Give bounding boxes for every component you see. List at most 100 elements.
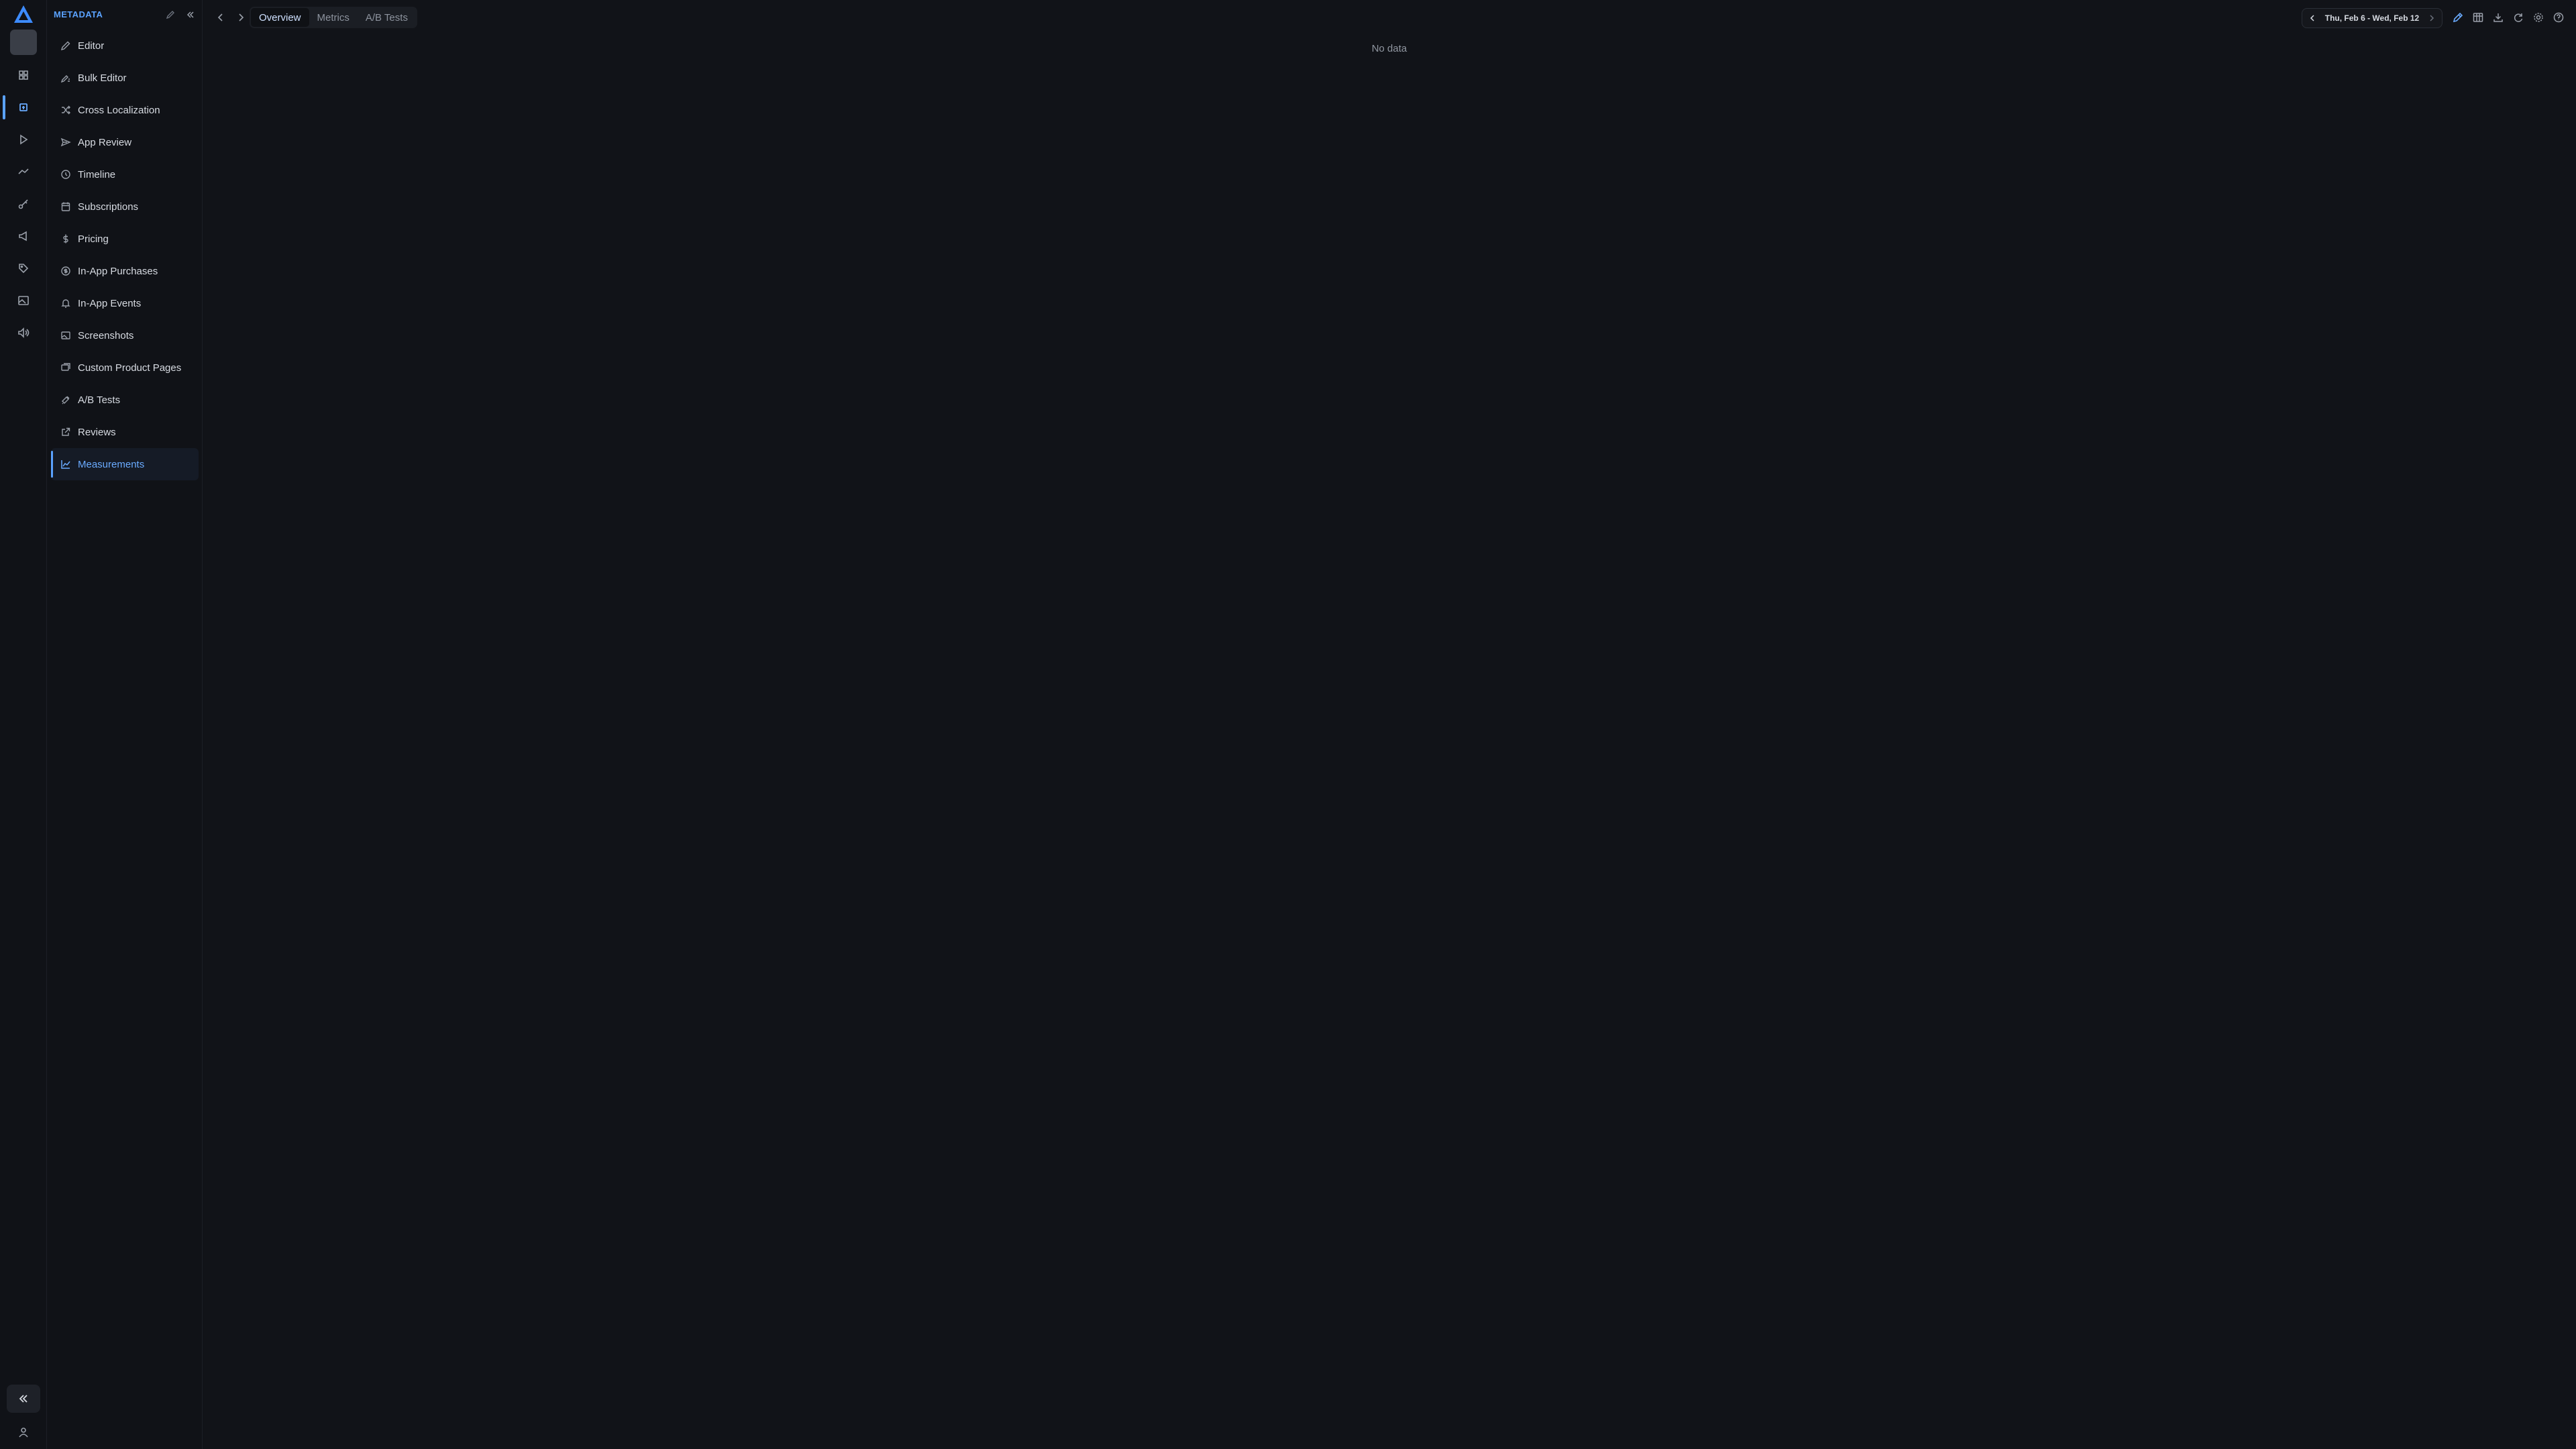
sidebar-item-label: Custom Product Pages [78,362,182,374]
sidebar-item-in-app-purchases[interactable]: In-App Purchases [51,255,199,287]
chevron-right-icon [239,13,244,21]
gear-icon [2534,13,2543,22]
grid-icon [19,70,28,80]
help-icon [2553,12,2564,23]
history-nav [213,8,248,27]
sidebar-item-timeline[interactable]: Timeline [51,158,199,191]
sidebar-item-label: Screenshots [78,329,134,341]
sidebar-nav: Editor Bulk Editor Cross Localization Ap… [51,30,199,480]
rail-image-button[interactable] [7,287,40,314]
edit-section-button[interactable] [164,8,177,21]
rail-volume-button[interactable] [7,319,40,346]
view-tabs: Overview Metrics A/B Tests [250,7,417,28]
top-bar: Overview Metrics A/B Tests Thu, Feb 6 - … [203,0,2576,35]
sidebar-item-label: Bulk Editor [78,72,127,84]
help-button[interactable] [2552,9,2565,25]
chevron-left-icon [2310,15,2314,21]
sidebar-item-label: Editor [78,40,105,52]
sidebar-item-ab-tests[interactable]: A/B Tests [51,384,199,416]
rail-tag-button[interactable] [7,255,40,282]
rail-grid-button[interactable] [7,62,40,89]
rail-play-button[interactable] [7,126,40,153]
double-chevron-left-icon [186,11,194,18]
sidebar-item-label: Subscriptions [78,201,139,213]
sidebar-item-label: Pricing [78,233,109,245]
play-icon [20,134,28,145]
pencil-icon [166,11,174,19]
refresh-button[interactable] [2512,9,2525,25]
collapse-rail-button[interactable] [7,1385,40,1413]
refresh-icon [2514,13,2523,22]
forward-button[interactable] [233,8,248,27]
volume-icon [18,327,30,338]
empty-state-message: No data [1371,43,1407,54]
key-icon [18,199,28,209]
table-icon [2473,13,2483,22]
clock-icon [61,170,70,179]
sidebar-item-label: Timeline [78,168,116,180]
download-button[interactable] [2491,9,2505,25]
sidebar-item-label: In-App Events [78,297,142,309]
send-icon [60,138,71,147]
date-range-label: Thu, Feb 6 - Wed, Feb 12 [2324,13,2420,23]
annotate-button[interactable] [2451,9,2465,25]
sidebar-item-screenshots[interactable]: Screenshots [51,319,199,352]
previous-period-button[interactable] [2308,13,2317,23]
rail-app-store-button[interactable] [3,94,40,121]
collapse-sidebar-button[interactable] [184,8,197,21]
sidebar-item-bulk-editor[interactable]: Bulk Editor [51,62,199,94]
dollar-icon [63,234,68,244]
user-profile-button[interactable] [7,1419,40,1445]
image-icon [61,331,70,339]
next-period-button[interactable] [2427,13,2436,23]
sidebar-item-editor[interactable]: Editor [51,30,199,62]
sidebar-item-cross-localization[interactable]: Cross Localization [51,94,199,126]
sidebar-item-label: Reviews [78,426,116,438]
chevron-left-icon [217,13,223,21]
external-link-icon [62,427,70,436]
sidebar-item-label: A/B Tests [78,394,121,406]
chevron-right-icon [2430,15,2434,21]
back-button[interactable] [213,8,228,27]
download-icon [2493,13,2503,22]
pencil-lines-icon [60,75,70,83]
shuffle-icon [62,105,70,115]
sidebar-item-subscriptions[interactable]: Subscriptions [51,191,199,223]
main-content: No data [203,35,2576,1449]
trend-line-icon [18,168,29,174]
flask-icon [62,396,70,405]
sidebar-item-label: App Review [78,136,132,148]
sidebar-item-app-review[interactable]: App Review [51,126,199,158]
app-avatar[interactable] [10,30,37,55]
sidebar-item-label: Cross Localization [78,104,160,116]
app-window: METADATA Editor Bulk Editor Cross Locali… [0,0,2576,1449]
sidebar-item-in-app-events[interactable]: In-App Events [51,287,199,319]
rail-megaphone-button[interactable] [7,223,40,250]
megaphone-icon [19,231,27,241]
date-range-picker[interactable]: Thu, Feb 6 - Wed, Feb 12 [2302,8,2443,28]
sidebar-item-reviews[interactable]: Reviews [51,416,199,448]
sidebar-item-measurements[interactable]: Measurements [51,448,199,480]
sidebar-header: METADATA [47,0,203,30]
pencil-icon [60,41,70,51]
rail-trend-button[interactable] [7,158,40,185]
sidebar-item-label: In-App Purchases [78,265,158,277]
bell-icon [61,299,70,308]
metadata-sidebar: METADATA Editor Bulk Editor Cross Locali… [47,0,203,1449]
tab-ab-tests[interactable]: A/B Tests [358,8,416,27]
tab-metrics[interactable]: Metrics [309,8,358,27]
sidebar-section-title: METADATA [54,9,103,19]
columns-button[interactable] [2471,9,2485,25]
pencil-icon [2453,12,2463,23]
tag-icon [19,264,29,274]
user-icon [19,1428,28,1438]
icon-rail [0,0,47,1449]
settings-button[interactable] [2532,9,2545,25]
sidebar-item-pricing[interactable]: Pricing [51,223,199,255]
tab-overview[interactable]: Overview [251,8,309,27]
calendar-icon [61,202,70,211]
app-logo-icon[interactable] [13,4,34,24]
sidebar-item-custom-product-pages[interactable]: Custom Product Pages [51,352,199,384]
app-store-icon [19,103,28,111]
rail-key-button[interactable] [7,191,40,217]
